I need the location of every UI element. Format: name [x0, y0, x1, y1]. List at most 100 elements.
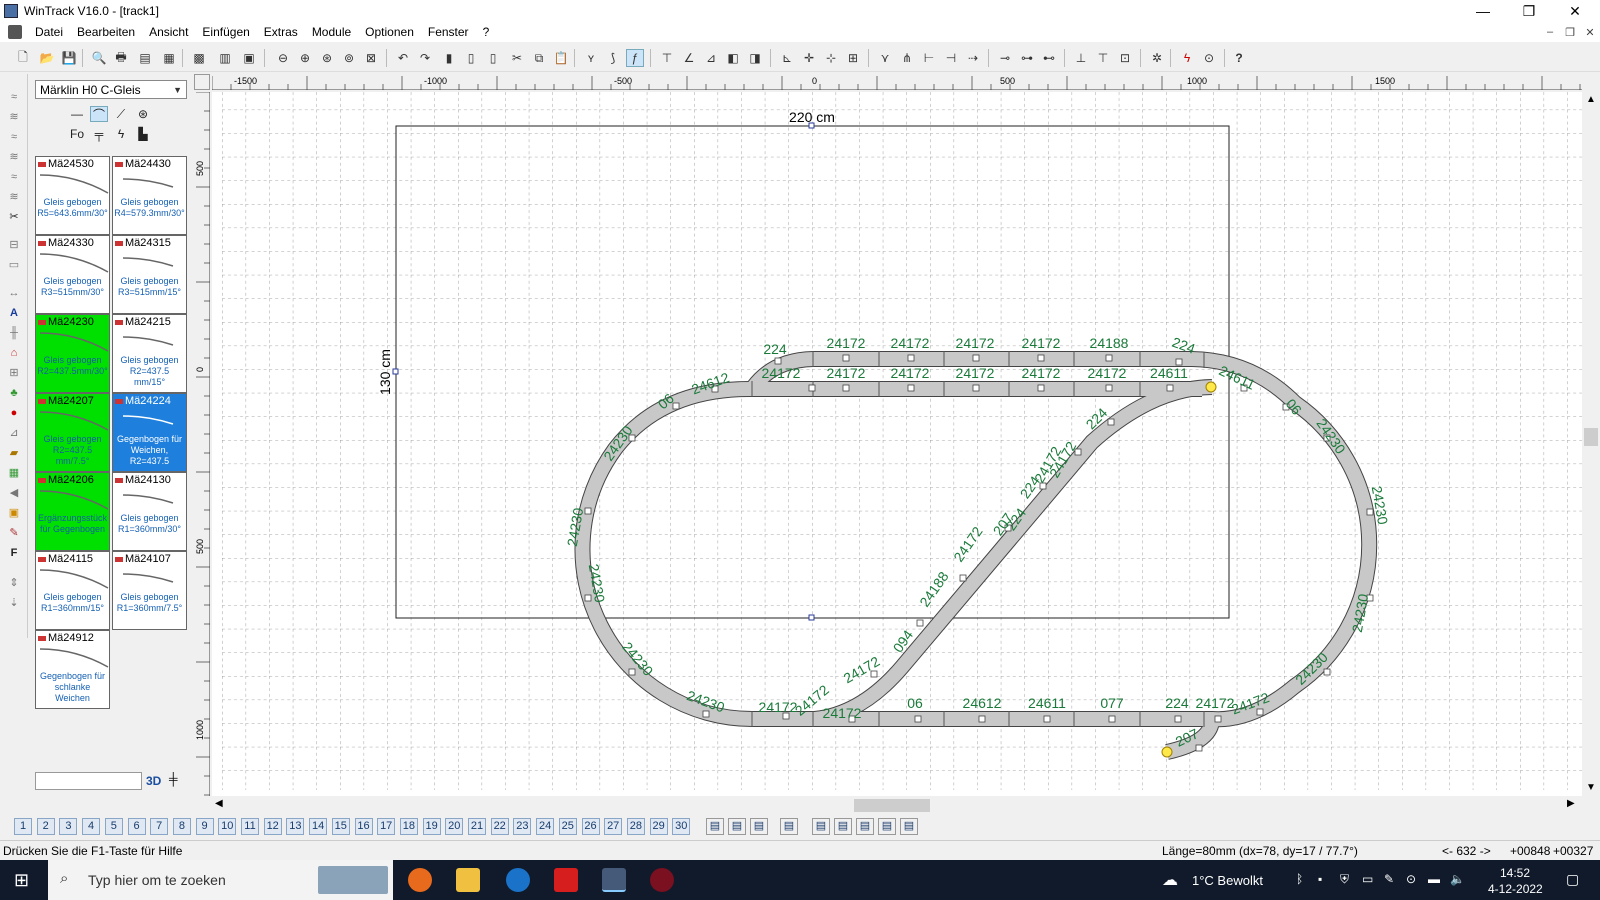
building-lib-icon[interactable]: ▙ — [134, 126, 152, 142]
weather-text[interactable]: 1°C Bewolkt — [1192, 873, 1263, 888]
track-tile[interactable]: Mä24215 Gleis gebogen R2=437.5 mm/15° — [112, 314, 187, 393]
train-icon[interactable]: ▣ — [5, 504, 23, 521]
menu-bearbeiten[interactable]: Bearbeiten — [70, 25, 142, 39]
zoom-in-icon[interactable]: ⊕ — [296, 49, 314, 67]
minimize-button[interactable]: — — [1460, 0, 1506, 22]
zoom-window-icon[interactable]: ⊛ — [318, 49, 336, 67]
layer-button[interactable]: 8 — [172, 818, 191, 835]
firefox-icon[interactable] — [408, 868, 432, 892]
track-tile[interactable]: Mä24315 Gleis gebogen R3=515mm/15° — [112, 235, 187, 314]
menu-help[interactable]: ? — [476, 25, 497, 39]
tray-tool-icon[interactable]: ✎ — [1384, 872, 1394, 886]
layer-button[interactable]: 13 — [286, 818, 305, 835]
landscape-icon[interactable]: ▦ — [5, 464, 23, 481]
view-b-icon[interactable]: ▤ — [834, 818, 852, 835]
battery-icon[interactable]: ▬ — [1428, 872, 1440, 886]
tool-x-icon[interactable]: ⊞ — [5, 364, 23, 381]
tool-l-icon[interactable]: ⊢ — [920, 49, 938, 67]
tool-n-icon[interactable]: ⇢ — [964, 49, 982, 67]
layer-button[interactable]: 25 — [558, 818, 577, 835]
tool-q-icon[interactable]: ⊷ — [1040, 49, 1058, 67]
library-icon[interactable]: ▩ — [190, 49, 208, 67]
undo-icon[interactable]: ↶ — [394, 49, 412, 67]
zoom-out-icon[interactable]: ⊖ — [274, 49, 292, 67]
layer-button[interactable]: 20 — [445, 818, 464, 835]
layer-button[interactable]: 24 — [536, 818, 555, 835]
clock-date[interactable]: 4-12-2022 — [1488, 882, 1543, 896]
layer-button[interactable]: 26 — [581, 818, 600, 835]
tool-i-icon[interactable]: ⊞ — [844, 49, 862, 67]
board-handle[interactable] — [392, 368, 399, 375]
scroll-down-icon[interactable]: ▼ — [1586, 782, 1596, 793]
context-help-icon[interactable]: ? — [1230, 49, 1248, 67]
cut-icon[interactable]: ✂ — [508, 49, 526, 67]
curve-track-icon[interactable]: ⌒ — [90, 106, 108, 122]
defender-icon[interactable]: ⛨ — [1340, 872, 1349, 887]
close-button[interactable]: ✕ — [1552, 0, 1598, 22]
signal-tool-icon[interactable]: ╫ — [5, 324, 23, 341]
layer-button[interactable]: 23 — [513, 818, 532, 835]
flex-tool4-icon[interactable]: ≋ — [5, 148, 23, 165]
switch-track-icon[interactable]: ⟋ — [112, 106, 130, 122]
open-icon[interactable]: 📂 — [38, 49, 56, 67]
edge-icon[interactable] — [506, 868, 530, 892]
layer-edit-icon[interactable]: ▤ — [728, 818, 746, 835]
taskbar-search-box[interactable]: ⌕ Typ hier om te zoeken — [48, 860, 393, 900]
text-icon[interactable]: A — [5, 304, 23, 321]
menu-fenster[interactable]: Fenster — [421, 25, 476, 39]
font-icon[interactable]: F — [5, 544, 23, 561]
menu-ansicht[interactable]: Ansicht — [142, 25, 195, 39]
layer-button[interactable]: 18 — [399, 818, 418, 835]
copy-icon[interactable]: ⧉ — [530, 49, 548, 67]
print-preview-icon[interactable]: 🔍 — [90, 49, 108, 67]
tool-j-icon[interactable]: ⋎ — [876, 49, 894, 67]
network-icon[interactable]: ▭ — [1362, 872, 1373, 886]
library-search-input[interactable] — [35, 772, 142, 790]
layer-button[interactable]: 19 — [422, 818, 441, 835]
notification-icon[interactable]: ▢ — [1566, 871, 1579, 888]
track-tile[interactable]: Mä24207 Gleis gebogen R2=437.5 mm/7.5° — [35, 393, 110, 472]
tool-h-icon[interactable]: ⊹ — [822, 49, 840, 67]
flex-tool5-icon[interactable]: ≈ — [5, 168, 23, 185]
zoom-fit-icon[interactable]: ⊚ — [340, 49, 358, 67]
flex-tool2-icon[interactable]: ≋ — [5, 108, 23, 125]
layer-color-icon[interactable]: ▤ — [780, 818, 798, 835]
vertical-scrollbar[interactable]: ▲ ▼ — [1582, 92, 1600, 796]
copy-layer-icon[interactable]: ▯ — [462, 49, 480, 67]
layer-button[interactable]: 12 — [263, 818, 282, 835]
scroll-up-icon[interactable]: ▲ — [1586, 94, 1596, 105]
layer-stack-icon[interactable]: ▤ — [706, 818, 724, 835]
layer-button[interactable]: 11 — [241, 818, 259, 835]
print-setup-icon[interactable]: ▤ — [136, 49, 154, 67]
layer-button[interactable]: 4 — [82, 818, 101, 835]
view-3d-button[interactable]: 3D — [146, 774, 161, 788]
layer-button[interactable]: 14 — [309, 818, 328, 835]
layer-button[interactable]: 30 — [672, 818, 691, 835]
measure-icon[interactable]: ↔ — [5, 284, 23, 301]
view-e-icon[interactable]: ▤ — [900, 818, 918, 835]
bluetooth-icon[interactable]: ᛒ — [1296, 872, 1303, 886]
horizontal-scroll-thumb[interactable] — [854, 799, 930, 812]
layer-hide-icon[interactable]: ▤ — [750, 818, 768, 835]
calculator-icon[interactable]: ▦ — [160, 49, 178, 67]
tool-ruler-icon[interactable]: ⊟ — [5, 236, 23, 253]
house-icon[interactable]: ⌂ — [5, 344, 23, 361]
tool-y-icon[interactable]: ⊿ — [5, 424, 23, 441]
tool-a-icon[interactable]: ⊤ — [658, 49, 676, 67]
doc-restore-button[interactable]: ❐ — [1560, 22, 1580, 42]
tool-o-icon[interactable]: ⊸ — [996, 49, 1014, 67]
menu-datei[interactable]: Datei — [28, 25, 70, 39]
new-icon[interactable]: 🗋 — [14, 49, 32, 67]
electric-icon[interactable]: ϟ — [1178, 49, 1196, 67]
layer-button[interactable]: 16 — [354, 818, 373, 835]
paste-layer-icon[interactable]: ▯ — [484, 49, 502, 67]
layer-button[interactable]: 1 — [14, 818, 32, 835]
layer-button[interactable]: 5 — [104, 818, 123, 835]
paint-icon[interactable]: ✎ — [5, 524, 23, 541]
layer-button[interactable]: 10 — [218, 818, 237, 835]
layer-button[interactable]: 27 — [604, 818, 623, 835]
layer-button[interactable]: 28 — [626, 818, 645, 835]
accessory-icon[interactable]: Fo — [68, 126, 86, 142]
ruler-button[interactable]: ╪ — [169, 772, 185, 790]
scissor-tool-icon[interactable]: ✂ — [5, 208, 23, 225]
